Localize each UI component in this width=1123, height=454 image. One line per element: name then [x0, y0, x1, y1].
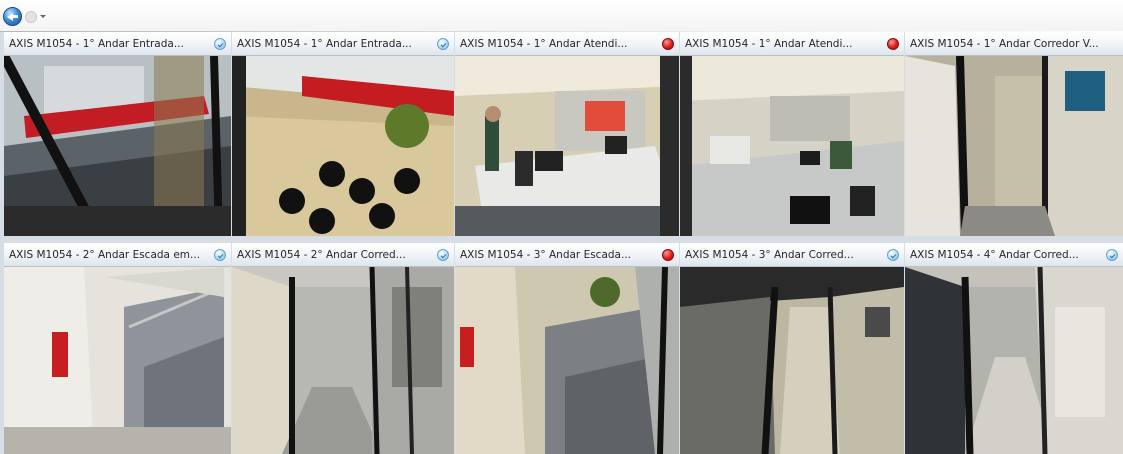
camera-tile[interactable]: AXIS M1054 - 1° Andar Entrada...: [232, 32, 454, 236]
camera-title-bar[interactable]: AXIS M1054 - 2° Andar Corred...: [232, 243, 454, 267]
camera-title: AXIS M1054 - 3° Andar Escada...: [460, 249, 632, 261]
video-frame: [455, 56, 679, 236]
camera-video-feed[interactable]: [455, 56, 679, 236]
dropdown-icon[interactable]: [40, 15, 46, 18]
camera-tile[interactable]: AXIS M1054 - 3° Andar Escada...: [455, 243, 679, 454]
video-frame: [680, 267, 904, 454]
video-frame: [455, 267, 679, 454]
camera-tile[interactable]: AXIS M1054 - 4° Andar Corred...: [905, 243, 1123, 454]
camera-video-feed[interactable]: [680, 267, 904, 454]
camera-title: AXIS M1054 - 4° Andar Corred...: [910, 249, 1079, 261]
camera-video-feed[interactable]: [680, 56, 904, 236]
navigation-toolbar: [0, 0, 1123, 32]
info-icon[interactable]: [437, 38, 449, 50]
video-frame: [232, 267, 454, 454]
camera-title: AXIS M1054 - 3° Andar Corred...: [685, 249, 854, 261]
video-frame: [4, 267, 231, 454]
forward-arrow-icon[interactable]: [25, 11, 37, 23]
camera-title: AXIS M1054 - 2° Andar Corred...: [237, 249, 406, 261]
video-frame: [680, 56, 904, 236]
camera-title-bar[interactable]: AXIS M1054 - 4° Andar Corred...: [905, 243, 1123, 267]
info-icon[interactable]: [214, 38, 226, 50]
info-icon[interactable]: [437, 249, 449, 261]
camera-tile[interactable]: AXIS M1054 - 1° Andar Entrada...: [4, 32, 231, 236]
camera-title-bar[interactable]: AXIS M1054 - 3° Andar Escada...: [455, 243, 679, 267]
camera-title-bar[interactable]: AXIS M1054 - 3° Andar Corred...: [680, 243, 904, 267]
info-icon[interactable]: [887, 249, 899, 261]
video-frame: [232, 56, 454, 236]
camera-title: AXIS M1054 - 1° Andar Atendi...: [460, 38, 628, 50]
camera-title: AXIS M1054 - 1° Andar Corredor V...: [910, 38, 1099, 50]
camera-grid: AXIS M1054 - 1° Andar Entrada... AXIS M1…: [0, 32, 1123, 454]
camera-tile[interactable]: AXIS M1054 - 1° Andar Atendi...: [455, 32, 679, 236]
camera-video-feed[interactable]: [232, 267, 454, 454]
camera-title: AXIS M1054 - 2° Andar Escada em...: [9, 249, 201, 261]
record-icon[interactable]: [887, 38, 899, 50]
camera-video-feed[interactable]: [4, 56, 231, 236]
camera-title-bar[interactable]: AXIS M1054 - 1° Andar Atendi...: [455, 32, 679, 56]
camera-title-bar[interactable]: AXIS M1054 - 1° Andar Corredor V...: [905, 32, 1123, 56]
camera-tile[interactable]: AXIS M1054 - 2° Andar Escada em...: [4, 243, 231, 454]
video-frame: [4, 56, 231, 236]
camera-title-bar[interactable]: AXIS M1054 - 1° Andar Entrada...: [4, 32, 231, 56]
camera-title-bar[interactable]: AXIS M1054 - 2° Andar Escada em...: [4, 243, 231, 267]
back-arrow-icon[interactable]: [3, 7, 22, 26]
camera-title: AXIS M1054 - 1° Andar Atendi...: [685, 38, 853, 50]
camera-video-feed[interactable]: [232, 56, 454, 236]
record-icon[interactable]: [662, 38, 674, 50]
camera-tile[interactable]: AXIS M1054 - 1° Andar Atendi...: [680, 32, 904, 236]
camera-title-bar[interactable]: AXIS M1054 - 1° Andar Atendi...: [680, 32, 904, 56]
camera-video-feed[interactable]: [455, 267, 679, 454]
video-frame: [905, 56, 1123, 236]
camera-video-feed[interactable]: [4, 267, 231, 454]
camera-video-feed[interactable]: [905, 267, 1123, 454]
camera-video-feed[interactable]: [905, 56, 1123, 236]
camera-tile[interactable]: AXIS M1054 - 2° Andar Corred...: [232, 243, 454, 454]
camera-tile[interactable]: AXIS M1054 - 1° Andar Corredor V...: [905, 32, 1123, 236]
camera-tile[interactable]: AXIS M1054 - 3° Andar Corred...: [680, 243, 904, 454]
record-icon[interactable]: [662, 249, 674, 261]
camera-title: AXIS M1054 - 1° Andar Entrada...: [237, 38, 412, 50]
camera-title-bar[interactable]: AXIS M1054 - 1° Andar Entrada...: [232, 32, 454, 56]
camera-title: AXIS M1054 - 1° Andar Entrada...: [9, 38, 184, 50]
video-frame: [905, 267, 1123, 454]
info-icon[interactable]: [1106, 249, 1118, 261]
info-icon[interactable]: [214, 249, 226, 261]
